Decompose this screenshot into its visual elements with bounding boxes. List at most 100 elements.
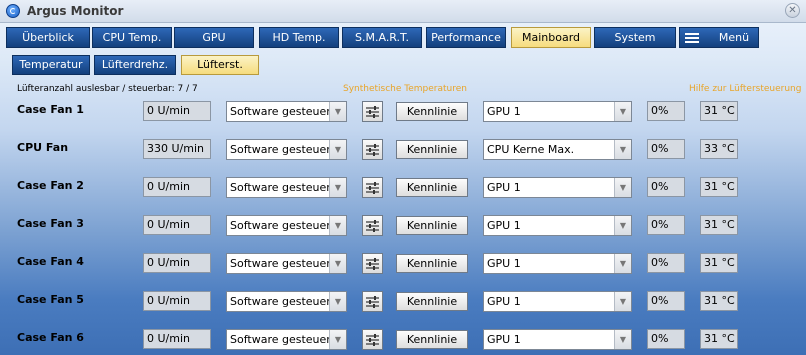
fan-mode-value: Software gesteuert — [230, 295, 336, 308]
title-bar[interactable]: Argus Monitor ✕ — [0, 0, 806, 23]
tab-ueberblick[interactable]: Überblick — [6, 27, 90, 48]
temperature-source-select[interactable]: GPU 1 ▼ — [483, 177, 632, 198]
tab-performance[interactable]: Performance — [426, 27, 506, 48]
chevron-down-icon[interactable]: ▼ — [329, 292, 346, 311]
temperature-source-value: GPU 1 — [487, 181, 521, 194]
fan-percent-field: 0% — [647, 291, 685, 311]
chevron-down-icon[interactable]: ▼ — [614, 330, 631, 349]
temperature-source-select[interactable]: GPU 1 ▼ — [483, 329, 632, 350]
fan-temperature-field: 31 °C — [700, 329, 738, 349]
tab-hd-temp[interactable]: HD Temp. — [259, 27, 339, 48]
app-logo-icon — [6, 4, 20, 18]
temperature-source-select[interactable]: CPU Kerne Max. ▼ — [483, 139, 632, 160]
fan-mode-select[interactable]: Software gesteuert ▼ — [226, 215, 347, 236]
fan-settings-button[interactable] — [362, 177, 383, 198]
fan-temperature-field: 31 °C — [700, 253, 738, 273]
chevron-down-icon[interactable]: ▼ — [614, 140, 631, 159]
chevron-down-icon[interactable]: ▼ — [614, 254, 631, 273]
temperature-source-value: GPU 1 — [487, 295, 521, 308]
fan-row: CPU Fan 330 U/min Software gesteuert ▼ K… — [0, 139, 806, 161]
close-button[interactable]: ✕ — [785, 3, 800, 18]
subtab-luefterst[interactable]: Lüfterst. — [181, 55, 259, 75]
sliders-icon — [366, 182, 379, 194]
chevron-down-icon[interactable]: ▼ — [329, 254, 346, 273]
chevron-down-icon[interactable]: ▼ — [329, 140, 346, 159]
fan-name: Case Fan 4 — [17, 255, 84, 268]
fan-percent-field: 0% — [647, 329, 685, 349]
fan-name: Case Fan 2 — [17, 179, 84, 192]
fan-row: Case Fan 2 0 U/min Software gesteuert ▼ … — [0, 177, 806, 199]
chevron-down-icon[interactable]: ▼ — [614, 292, 631, 311]
fan-temperature-field: 33 °C — [700, 139, 738, 159]
tab-cpu-temp[interactable]: CPU Temp. — [92, 27, 172, 48]
tab-menu-label: Menü — [718, 31, 750, 44]
fan-rpm-field: 0 U/min — [143, 215, 211, 235]
tab-smart[interactable]: S.M.A.R.T. — [342, 27, 422, 48]
temperature-source-select[interactable]: GPU 1 ▼ — [483, 215, 632, 236]
temperature-source-value: GPU 1 — [487, 219, 521, 232]
fan-mode-select[interactable]: Software gesteuert ▼ — [226, 253, 347, 274]
fan-settings-button[interactable] — [362, 215, 383, 236]
curve-button[interactable]: Kennlinie — [396, 254, 468, 273]
fan-mode-value: Software gesteuert — [230, 257, 336, 270]
sliders-icon — [366, 106, 379, 118]
chevron-down-icon[interactable]: ▼ — [329, 178, 346, 197]
tab-gpu[interactable]: GPU — [174, 27, 254, 48]
fan-row: Case Fan 6 0 U/min Software gesteuert ▼ … — [0, 329, 806, 351]
sliders-icon — [366, 296, 379, 308]
fan-settings-button[interactable] — [362, 253, 383, 274]
curve-button[interactable]: Kennlinie — [396, 216, 468, 235]
argus-monitor-window: Argus Monitor ✕ Überblick CPU Temp. GPU … — [0, 0, 806, 355]
tab-mainboard[interactable]: Mainboard — [511, 27, 591, 48]
chevron-down-icon[interactable]: ▼ — [614, 102, 631, 121]
fan-temperature-field: 31 °C — [700, 101, 738, 121]
fan-name: Case Fan 6 — [17, 331, 84, 344]
chevron-down-icon[interactable]: ▼ — [614, 178, 631, 197]
temperature-source-select[interactable]: GPU 1 ▼ — [483, 253, 632, 274]
fan-name: CPU Fan — [17, 141, 69, 154]
fan-rpm-field: 0 U/min — [143, 291, 211, 311]
fan-settings-button[interactable] — [362, 101, 383, 122]
chevron-down-icon[interactable]: ▼ — [329, 330, 346, 349]
fan-name: Case Fan 3 — [17, 217, 84, 230]
fan-temperature-field: 31 °C — [700, 215, 738, 235]
curve-button[interactable]: Kennlinie — [396, 330, 468, 349]
tab-system[interactable]: System — [594, 27, 676, 48]
fan-percent-field: 0% — [647, 177, 685, 197]
fan-settings-button[interactable] — [362, 329, 383, 350]
fan-mode-select[interactable]: Software gesteuert ▼ — [226, 101, 347, 122]
synthetic-temperatures-link[interactable]: Synthetische Temperaturen — [343, 84, 467, 94]
fan-rpm-field: 0 U/min — [143, 177, 211, 197]
fan-row: Case Fan 3 0 U/min Software gesteuert ▼ … — [0, 215, 806, 237]
fan-mode-select[interactable]: Software gesteuert ▼ — [226, 291, 347, 312]
fan-mode-value: Software gesteuert — [230, 143, 336, 156]
chevron-down-icon[interactable]: ▼ — [614, 216, 631, 235]
temperature-source-select[interactable]: GPU 1 ▼ — [483, 291, 632, 312]
subtab-temperatur[interactable]: Temperatur — [12, 55, 90, 75]
fan-temperature-field: 31 °C — [700, 291, 738, 311]
window-title: Argus Monitor — [27, 4, 124, 18]
fan-settings-button[interactable] — [362, 291, 383, 312]
subtab-luefterdrehz[interactable]: Lüfterdrehz. — [94, 55, 176, 75]
chevron-down-icon[interactable]: ▼ — [329, 102, 346, 121]
fan-mode-select[interactable]: Software gesteuert ▼ — [226, 139, 347, 160]
fan-name: Case Fan 5 — [17, 293, 84, 306]
fan-control-help-link[interactable]: Hilfe zur Lüftersteuerung — [689, 84, 801, 94]
fan-mode-value: Software gesteuert — [230, 219, 336, 232]
curve-button[interactable]: Kennlinie — [396, 140, 468, 159]
curve-button[interactable]: Kennlinie — [396, 178, 468, 197]
sliders-icon — [366, 144, 379, 156]
fan-mode-value: Software gesteuert — [230, 333, 336, 346]
curve-button[interactable]: Kennlinie — [396, 292, 468, 311]
fan-mode-select[interactable]: Software gesteuert ▼ — [226, 177, 347, 198]
fan-row: Case Fan 1 0 U/min Software gesteuert ▼ … — [0, 101, 806, 123]
temperature-source-value: GPU 1 — [487, 257, 521, 270]
curve-button[interactable]: Kennlinie — [396, 102, 468, 121]
chevron-down-icon[interactable]: ▼ — [329, 216, 346, 235]
fan-mode-select[interactable]: Software gesteuert ▼ — [226, 329, 347, 350]
sliders-icon — [366, 334, 379, 346]
fan-settings-button[interactable] — [362, 139, 383, 160]
fan-mode-value: Software gesteuert — [230, 105, 336, 118]
tab-menu[interactable]: Menü — [679, 27, 759, 48]
temperature-source-select[interactable]: GPU 1 ▼ — [483, 101, 632, 122]
